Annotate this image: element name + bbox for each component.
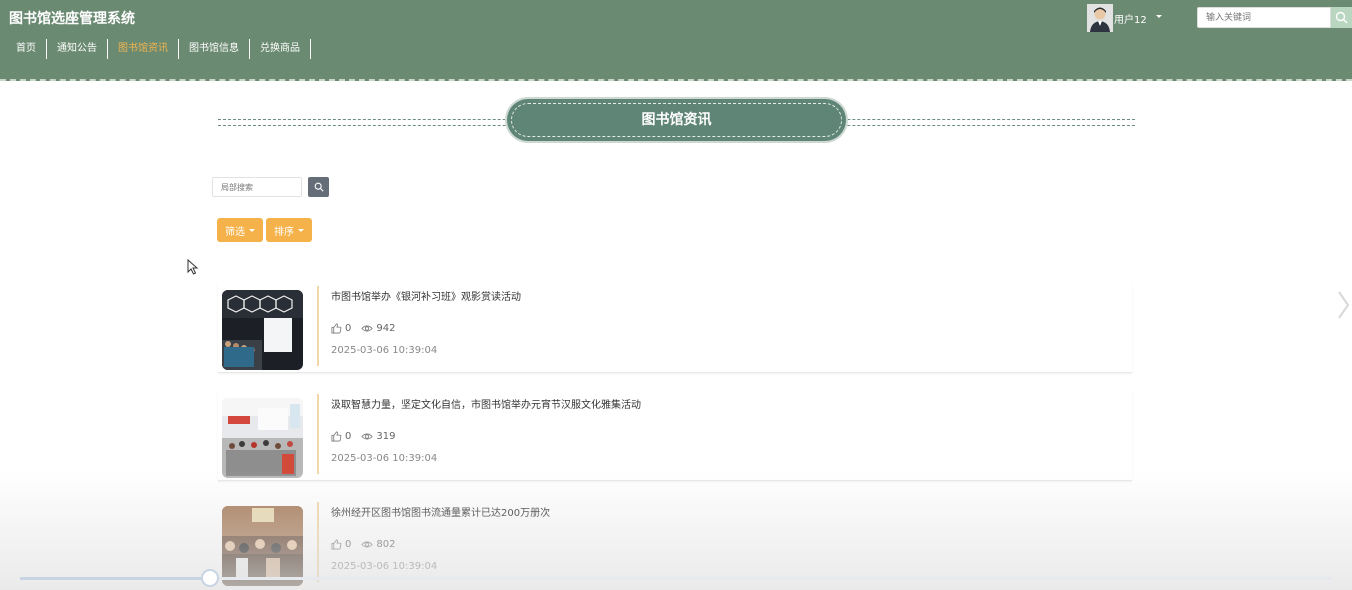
section-title: 图书馆资讯 [641, 112, 712, 128]
section-title-banner: 图书馆资讯 [507, 99, 846, 141]
main-nav: 首页 通知公告 图书馆资讯 图书馆信息 兑换商品 [6, 39, 311, 59]
nav-item-library-info[interactable]: 图书馆信息 [179, 39, 250, 59]
header-search-input[interactable] [1197, 7, 1331, 28]
news-thumbnail[interactable] [222, 398, 303, 478]
news-date: 2025-03-06 10:39:04 [331, 345, 438, 356]
views-stat: 319 [361, 431, 395, 442]
top-header: 图书馆选座管理系统 首页 通知公告 图书馆资讯 图书馆信息 兑换商品 用户12 [0, 0, 1352, 81]
views-count: 319 [376, 431, 396, 442]
search-icon [314, 182, 324, 192]
local-search-input[interactable] [212, 177, 302, 197]
eye-icon [361, 433, 374, 440]
mouse-cursor-icon [187, 259, 199, 275]
sort-button[interactable]: 排序 [266, 218, 312, 242]
filter-button-label: 筛选 [225, 226, 245, 238]
news-title[interactable]: 徐州经开区图书馆图书流通量累计已达200万册次 [331, 504, 550, 519]
nav-item-library-news[interactable]: 图书馆资讯 [108, 39, 179, 59]
views-stat: 942 [361, 323, 395, 334]
views-stat: 802 [361, 539, 395, 550]
thumbs-up-icon [331, 323, 342, 334]
news-divider [317, 394, 319, 474]
thumbs-up-icon [331, 431, 342, 442]
news-stats: 0 942 [331, 323, 405, 334]
news-list-item[interactable]: 汲取智慧力量，坚定文化自信，市图书馆举办元宵节汉服文化雅集活动 0 319 20… [218, 390, 1132, 481]
news-thumbnail[interactable] [222, 506, 303, 586]
news-thumbnail[interactable] [222, 290, 303, 370]
caret-down-icon [249, 228, 255, 232]
views-count: 802 [376, 539, 396, 550]
news-date: 2025-03-06 10:39:04 [331, 453, 438, 464]
news-thumbnail-image [222, 398, 303, 478]
news-date: 2025-03-06 10:39:04 [331, 561, 438, 572]
filter-button[interactable]: 筛选 [217, 218, 263, 242]
chevron-down-icon[interactable] [1156, 15, 1162, 18]
header-search-button[interactable] [1331, 7, 1352, 28]
news-stats: 0 802 [331, 539, 405, 550]
likes-count: 0 [345, 431, 352, 442]
likes-stat[interactable]: 0 [331, 431, 351, 442]
eye-icon [361, 325, 374, 332]
likes-count: 0 [345, 323, 352, 334]
nav-item-exchange-goods[interactable]: 兑换商品 [250, 39, 311, 59]
views-count: 942 [376, 323, 396, 334]
search-icon [1335, 11, 1348, 24]
user-avatar-icon [1087, 4, 1113, 32]
nav-item-notices[interactable]: 通知公告 [47, 39, 108, 59]
eye-icon [361, 541, 374, 548]
news-divider [317, 286, 319, 366]
sort-button-label: 排序 [274, 226, 294, 238]
news-thumbnail-image [222, 506, 303, 586]
nav-item-home[interactable]: 首页 [6, 39, 47, 59]
user-name[interactable]: 用户12 [1114, 11, 1147, 26]
news-title[interactable]: 汲取智慧力量，坚定文化自信，市图书馆举办元宵节汉服文化雅集活动 [331, 396, 641, 411]
news-title[interactable]: 市图书馆举办《银河补习班》观影赏读活动 [331, 288, 521, 303]
news-list-item[interactable]: 徐州经开区图书馆图书流通量累计已达200万册次 0 802 2025-03-06… [218, 498, 1132, 589]
avatar[interactable] [1087, 4, 1113, 32]
news-thumbnail-image [222, 290, 303, 370]
chevron-right-icon[interactable] [1336, 290, 1350, 320]
likes-count: 0 [345, 539, 352, 550]
video-progress-handle[interactable] [201, 569, 220, 587]
news-stats: 0 319 [331, 431, 405, 442]
thumbs-up-icon [331, 539, 342, 550]
news-list-item[interactable]: 市图书馆举办《银河补习班》观影赏读活动 0 942 2025-03-06 10:… [218, 282, 1132, 373]
likes-stat[interactable]: 0 [331, 323, 351, 334]
app-title: 图书馆选座管理系统 [9, 11, 135, 27]
news-divider [317, 502, 319, 582]
local-search-button[interactable] [308, 177, 329, 197]
video-progress-fill [20, 577, 211, 580]
likes-stat[interactable]: 0 [331, 539, 351, 550]
caret-down-icon [298, 228, 304, 232]
